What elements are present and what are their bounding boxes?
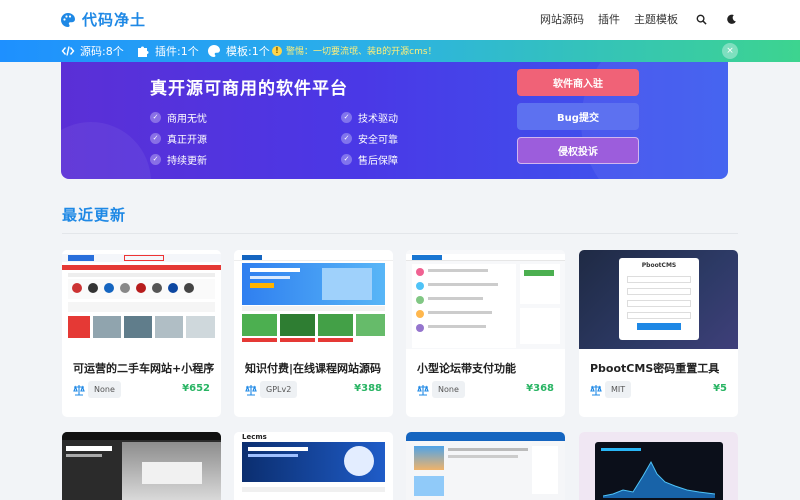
license-scale-icon <box>417 385 429 396</box>
license-badge: None <box>432 381 465 398</box>
stat-theme-count[interactable]: 模板:1个 <box>207 43 270 59</box>
license-badge: GPLv2 <box>260 381 298 398</box>
product-thumbnail[interactable] <box>234 250 393 349</box>
feature-label: 技术驱动 <box>358 114 398 125</box>
stat-label: 源码:8个 <box>80 45 124 58</box>
check-icon: ✓ <box>150 133 161 144</box>
product-thumbnail[interactable] <box>62 432 221 500</box>
product-card[interactable]: 知识付费|在线课程网站源码 GPLv2 ¥388 <box>234 250 393 417</box>
card-title[interactable]: 小型论坛带支付功能 <box>417 360 516 376</box>
product-card[interactable]: Lecms <box>234 432 393 500</box>
warning-message: ! 警惕：一切要流氓、装B的开源cms！ <box>272 44 437 57</box>
feature-item: ✓ 持续更新 <box>150 152 207 167</box>
top-navbar: 代码净土 网站源码 插件 主题模板 <box>0 0 800 40</box>
license-badge: None <box>88 381 121 398</box>
stat-label: 模板:1个 <box>226 45 270 58</box>
card-title[interactable]: 可运营的二手车网站+小程序 <box>73 360 214 376</box>
check-icon: ✓ <box>341 133 352 144</box>
check-icon: ✓ <box>341 112 352 123</box>
product-thumbnail[interactable] <box>406 250 565 349</box>
price-label: ¥368 <box>526 383 554 394</box>
product-thumbnail[interactable] <box>406 432 565 500</box>
pbootcms-thumb-title: PbootCMS <box>641 262 677 269</box>
feature-item: ✓ 技术驱动 <box>341 110 398 125</box>
stat-plugin-count[interactable]: 插件:1个 <box>136 43 199 59</box>
search-icon[interactable] <box>694 12 708 26</box>
code-icon <box>61 46 75 56</box>
feature-item: ✓ 商用无忧 <box>150 110 207 125</box>
feature-label: 持续更新 <box>167 156 207 167</box>
infringement-complaint-button[interactable]: 侵权投诉 <box>517 137 639 164</box>
license-scale-icon <box>590 385 602 396</box>
dark-mode-moon-icon[interactable] <box>724 12 738 26</box>
product-card[interactable] <box>62 432 221 500</box>
feature-label: 安全可靠 <box>358 135 398 146</box>
product-card[interactable] <box>406 432 565 500</box>
price-label: ¥652 <box>182 383 210 394</box>
product-card[interactable]: 可运营的二手车网站+小程序 None ¥652 <box>62 250 221 417</box>
main-nav: 网站源码 插件 主题模板 <box>526 11 738 27</box>
notice-bar: 源码:8个 插件:1个 模板:1个 ! 警惕：一切要流氓、装B的开源cms！ × <box>0 40 800 62</box>
close-icon[interactable]: × <box>722 43 738 59</box>
product-thumbnail[interactable] <box>62 250 221 349</box>
site-logo[interactable]: 代码净土 <box>60 9 146 30</box>
feature-item: ✓ 真正开源 <box>150 131 207 146</box>
product-card[interactable]: 小型论坛带支付功能 None ¥368 <box>406 250 565 417</box>
warning-text: 警惕：一切要流氓、装B的开源cms！ <box>286 47 437 57</box>
product-thumbnail[interactable]: PbootCMS <box>579 250 738 349</box>
price-label: ¥388 <box>354 383 382 394</box>
nav-item-source[interactable]: 网站源码 <box>540 11 584 27</box>
feature-item: ✓ 安全可靠 <box>341 131 398 146</box>
stat-label: 插件:1个 <box>155 45 199 58</box>
check-icon: ✓ <box>341 154 352 165</box>
bug-submit-button[interactable]: Bug提交 <box>517 103 639 130</box>
license-badge: MIT <box>605 381 632 398</box>
hero-banner: 真开源可商用的软件平台 ✓ 商用无忧 ✓ 技术驱动 ✓ 真正开源 ✓ 安全可靠 ✓ 持续更… <box>61 62 728 179</box>
product-card[interactable]: PbootCMS PbootCMS密码重置工具 MIT ¥5 <box>579 250 738 417</box>
product-thumbnail[interactable] <box>579 432 738 500</box>
price-label: ¥5 <box>713 383 727 394</box>
product-thumbnail[interactable]: Lecms <box>234 432 393 500</box>
license-scale-icon <box>245 385 257 396</box>
feature-item: ✓ 售后保障 <box>341 152 398 167</box>
license-scale-icon <box>73 385 85 396</box>
banner-title: 真开源可商用的软件平台 <box>150 79 348 99</box>
warning-icon: ! <box>272 45 282 56</box>
logo-text: 代码净土 <box>82 11 147 29</box>
section-divider <box>62 233 738 234</box>
lecms-thumb-logo: Lecms <box>242 433 267 441</box>
banner-decoration <box>61 122 151 179</box>
check-icon: ✓ <box>150 112 161 123</box>
feature-label: 商用无忧 <box>167 114 207 125</box>
card-title[interactable]: 知识付费|在线课程网站源码 <box>245 360 381 376</box>
chart-preview-graphic <box>603 460 715 498</box>
feature-label: 售后保障 <box>358 156 398 167</box>
feature-label: 真正开源 <box>167 135 207 146</box>
nav-item-plugins[interactable]: 插件 <box>598 11 620 27</box>
card-title[interactable]: PbootCMS密码重置工具 <box>590 360 719 376</box>
puzzle-icon <box>138 46 149 57</box>
nav-item-themes[interactable]: 主题模板 <box>634 11 678 27</box>
vendor-join-button[interactable]: 软件商入驻 <box>517 69 639 96</box>
section-title: 最近更新 <box>62 206 127 224</box>
check-icon: ✓ <box>150 154 161 165</box>
palette-icon <box>208 45 220 57</box>
palette-logo-icon <box>61 12 75 27</box>
stat-source-count[interactable]: 源码:8个 <box>61 43 124 59</box>
product-card[interactable] <box>579 432 738 500</box>
